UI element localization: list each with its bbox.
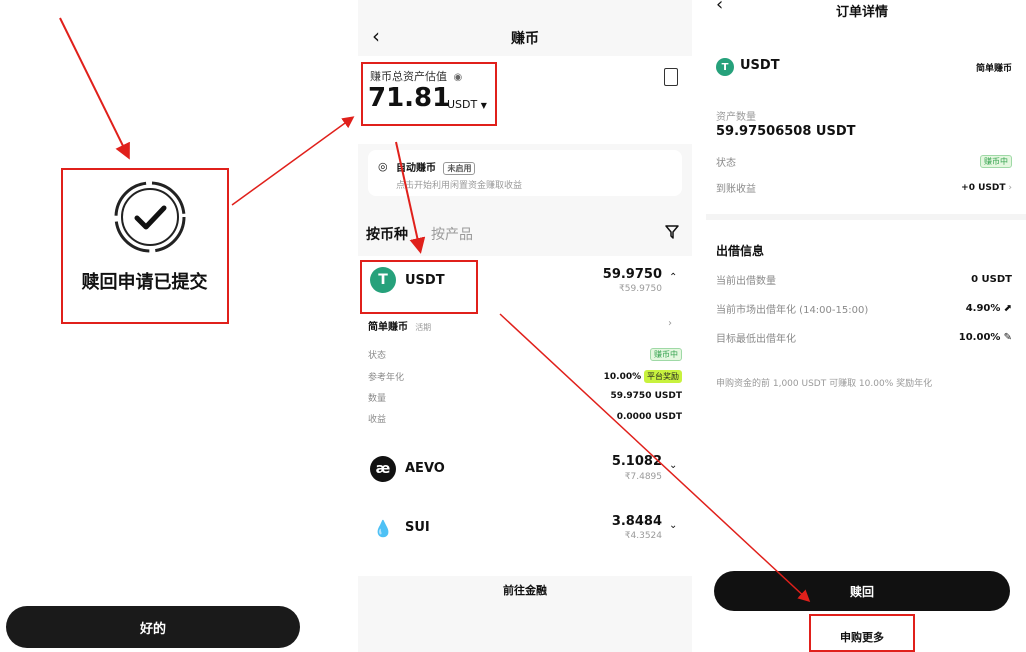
sui-drop-icon: 💧: [370, 515, 396, 541]
highlight-box: [361, 62, 497, 126]
lending-row: 目标最低出借年化 10.00% ✎: [716, 330, 1012, 345]
order-detail-screen: ‹ 订单详情 T USDT 简单赚币 资产数量 59.97506508 USDT…: [706, 0, 1026, 652]
tab-by-product[interactable]: 按产品: [431, 224, 473, 244]
detail-label: 参考年化: [368, 373, 405, 383]
lending-value: 0 USDT: [971, 274, 1012, 285]
coin-name: USDT: [740, 58, 780, 73]
page-title: 赚币: [511, 31, 539, 47]
coin-name: SUI: [405, 520, 430, 535]
lending-title: 出借信息: [716, 244, 765, 258]
detail-label: 收益: [368, 415, 387, 425]
status-label: 状态: [716, 158, 736, 169]
tab-by-coin[interactable]: 按币种: [366, 224, 408, 244]
aevo-icon: æ: [370, 456, 396, 482]
coin-fiat-value: ₹59.9750: [619, 284, 662, 294]
chevron-right-icon: ›: [668, 318, 672, 329]
lending-value-wrap: 4.90% ⬈: [966, 303, 1012, 314]
back-icon[interactable]: ‹: [716, 0, 723, 15]
lending-value: 4.90%: [965, 303, 1001, 314]
reward-badge: 平台奖励: [644, 370, 682, 383]
detail-row-quantity: 数量 59.9750 USDT: [368, 391, 682, 404]
edit-icon[interactable]: ✎: [1004, 332, 1012, 343]
chevron-up-icon[interactable]: ⌃: [669, 272, 677, 283]
detail-row-status: 状态 赚币中: [368, 348, 682, 361]
ok-button[interactable]: 好的: [6, 606, 300, 648]
income-value-wrap: +0 USDT ›: [961, 183, 1012, 193]
earn-screen: ‹ 赚币 赚币总资产估值 ◉ 71.81 USDT ▼ ◎ 自动赚币 未启用 点…: [358, 0, 692, 652]
lending-label: 目标最低出借年化: [716, 334, 796, 345]
page-title: 订单详情: [836, 5, 889, 20]
status-row: 状态 赚币中: [716, 154, 1012, 169]
coin-amount: 59.9750: [602, 267, 662, 282]
income-value: +0 USDT: [961, 182, 1006, 193]
product-name: 简单赚币: [368, 322, 408, 333]
auto-earn-status-tag: 未启用: [443, 162, 476, 175]
income-row[interactable]: 到账收益 +0 USDT ›: [716, 180, 1012, 196]
detail-label: 状态: [368, 351, 387, 361]
lending-row: 当前市场出借年化 (14:00-15:00) 4.90% ⬈: [716, 301, 1012, 316]
asset-qty-label: 资产数量: [716, 112, 756, 123]
detail-row-apr: 参考年化 10.00% 平台奖励: [368, 370, 682, 383]
product-header[interactable]: 简单赚币 活期 ›: [368, 318, 682, 333]
apr-value: 10.00%: [603, 372, 642, 382]
product-type: 活期: [415, 323, 432, 332]
detail-value: 59.9750 USDT: [610, 391, 682, 401]
chevron-right-icon: ›: [1008, 182, 1012, 193]
chevron-down-icon[interactable]: ⌄: [669, 520, 677, 531]
highlight-box: [61, 168, 229, 324]
filter-icon[interactable]: [664, 224, 680, 240]
highlight-box: [809, 614, 915, 652]
lending-label: 当前出借数量: [716, 276, 776, 287]
tether-icon: T: [716, 58, 734, 76]
detail-label: 数量: [368, 394, 387, 404]
section-divider: [706, 214, 1026, 220]
coin-amount: 3.8484: [611, 514, 662, 529]
status-badge: 赚币中: [650, 348, 682, 361]
redeem-success-screen: 赎回申请已提交 好的: [0, 0, 310, 652]
lending-value-wrap: 10.00% ✎: [959, 332, 1012, 343]
asset-qty-value: 59.97506508 USDT: [716, 124, 856, 139]
order-list-icon[interactable]: [664, 68, 678, 86]
detail-value: 0.0000 USDT: [616, 412, 682, 422]
income-label: 到账收益: [716, 184, 756, 195]
coin-fiat-value: ₹7.4895: [624, 472, 662, 482]
target-icon: ◎: [378, 160, 388, 173]
highlight-box: [360, 260, 478, 314]
apr-value-wrap: 10.00% 平台奖励: [604, 370, 682, 383]
status-badge: 赚币中: [980, 155, 1012, 168]
go-to-finance-link[interactable]: 前往金融: [358, 582, 692, 598]
coin-name: AEVO: [405, 461, 445, 476]
auto-earn-title: 自动赚币 未启用: [396, 159, 476, 175]
product-name: 简单赚币: [975, 64, 1012, 74]
auto-earn-desc: 点击开始利用闲置资金赚取收益: [396, 181, 523, 191]
coin-fiat-value: ₹4.3524: [624, 531, 662, 541]
coin-amount: 5.1082: [611, 454, 662, 469]
auto-earn-label: 自动赚币: [396, 163, 436, 174]
lending-value: 10.00%: [958, 332, 1001, 343]
chevron-down-icon[interactable]: ⌄: [669, 460, 677, 471]
lending-label: 当前市场出借年化 (14:00-15:00): [716, 305, 869, 316]
redeem-button[interactable]: 赎回: [714, 571, 1010, 611]
lending-row: 当前出借数量 0 USDT: [716, 272, 1012, 287]
trend-chart-icon[interactable]: ⬈: [1004, 303, 1012, 314]
reward-note: 申购资金的前 1,000 USDT 可赚取 10.00% 奖励年化: [716, 379, 933, 389]
detail-row-earnings: 收益 0.0000 USDT: [368, 412, 682, 425]
